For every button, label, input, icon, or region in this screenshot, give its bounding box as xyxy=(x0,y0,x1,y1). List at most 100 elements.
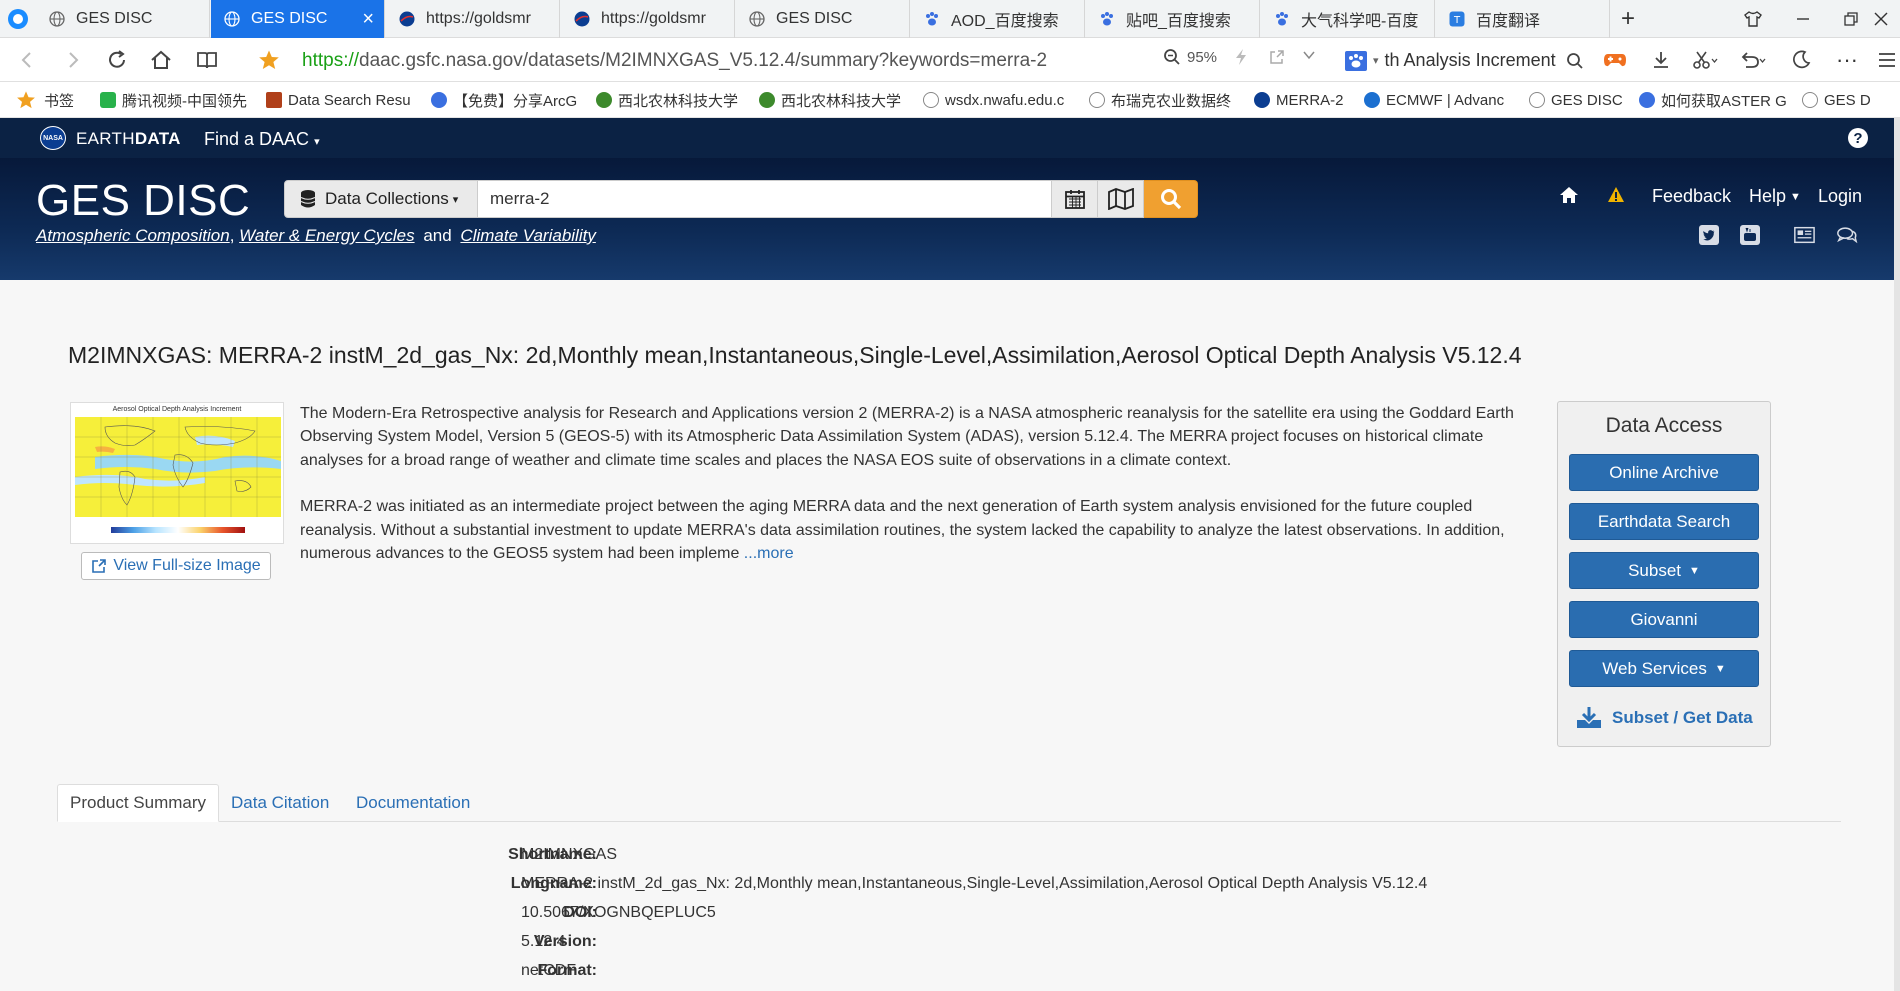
browser-tab[interactable]: 贴吧_百度搜索 xyxy=(1086,0,1260,38)
zoom-control[interactable]: 95% xyxy=(1163,48,1217,66)
summary-value: M2IMNXGAS xyxy=(521,846,618,863)
search-group: Data Collections ▾ merra-2 xyxy=(284,180,1198,218)
browser-tab[interactable]: https://goldsmr xyxy=(561,0,735,38)
search-icon[interactable] xyxy=(1566,50,1584,71)
bookmark-star-icon[interactable] xyxy=(254,46,284,74)
bookmark-item[interactable]: 西北农林科技大学 xyxy=(596,82,746,118)
subset-get-data-link[interactable]: Subset / Get Data xyxy=(1576,706,1753,730)
globe-icon xyxy=(748,10,766,28)
online-archive-button[interactable]: Online Archive xyxy=(1569,454,1759,491)
browser-tab-strip: GES DISC GES DISC × https://goldsmr http… xyxy=(0,0,1900,38)
close-window-icon[interactable] xyxy=(1856,0,1900,38)
more-options-icon[interactable]: ··· xyxy=(1832,46,1862,74)
globe-icon xyxy=(223,10,241,28)
tab-data-citation[interactable]: Data Citation xyxy=(219,784,341,822)
menu-icon[interactable] xyxy=(1872,46,1900,74)
water-energy-link[interactable]: Water & Energy Cycles xyxy=(239,226,414,245)
dataset-thumbnail[interactable]: Aerosol Optical Depth Analysis Increment xyxy=(70,402,284,544)
giovanni-button[interactable]: Giovanni xyxy=(1569,601,1759,638)
map-button[interactable] xyxy=(1098,180,1144,218)
browser-tab[interactable]: 大气科学吧-百度 xyxy=(1261,0,1435,38)
back-icon[interactable] xyxy=(12,46,42,74)
subset-button[interactable]: Subset ▼ xyxy=(1569,552,1759,589)
newspaper-icon[interactable] xyxy=(1793,224,1815,246)
undo-icon[interactable] xyxy=(1738,46,1768,74)
share-icon[interactable] xyxy=(1268,48,1286,66)
bookmark-item[interactable]: GES DISC xyxy=(1529,82,1639,118)
bookmark-item[interactable]: MERRA-2 xyxy=(1254,82,1356,118)
download-icon xyxy=(1577,707,1601,728)
browser-tab[interactable]: GES DISC xyxy=(36,0,210,38)
chevron-down-icon[interactable] xyxy=(1302,48,1316,62)
download-icon[interactable] xyxy=(1646,46,1676,74)
search-button[interactable] xyxy=(1144,180,1198,218)
bookmark-favicon-icon xyxy=(266,92,282,108)
earthdata-logo[interactable]: EARTHDATA xyxy=(76,129,181,149)
browser-tab[interactable]: AOD_百度搜索 xyxy=(911,0,1085,38)
find-daac-menu[interactable]: Find a DAAC ▾ xyxy=(204,129,320,150)
game-controller-icon[interactable] xyxy=(1600,46,1630,74)
lightning-icon[interactable] xyxy=(1234,48,1248,66)
minimize-icon[interactable] xyxy=(1778,0,1828,38)
tab-product-summary[interactable]: Product Summary xyxy=(57,784,220,822)
bookmark-item[interactable]: 西北农林科技大学 xyxy=(759,82,909,118)
search-input[interactable]: merra-2 xyxy=(478,180,1052,218)
reload-icon[interactable] xyxy=(102,46,132,74)
site-title[interactable]: GES DISC xyxy=(36,176,250,226)
help-icon[interactable]: ? xyxy=(1848,128,1868,148)
shirt-skin-icon[interactable] xyxy=(1728,0,1778,38)
forward-icon[interactable] xyxy=(58,46,88,74)
bookmark-item[interactable]: 【免费】分享ArcG xyxy=(431,82,581,118)
bookmark-item[interactable]: 布瑞克农业数据终 xyxy=(1089,82,1239,118)
tab-documentation[interactable]: Documentation xyxy=(344,784,482,822)
browser-tab[interactable]: GES DISC xyxy=(736,0,910,38)
youtube-icon[interactable] xyxy=(1739,224,1761,246)
browser-logo-icon[interactable] xyxy=(8,9,28,29)
baidu-paw-icon xyxy=(1098,10,1116,28)
bookmark-item[interactable]: wsdx.nwafu.edu.c xyxy=(923,82,1073,118)
alert-warning-icon[interactable] xyxy=(1607,186,1625,204)
browser-search-box[interactable]: ▾ th Analysis Increment xyxy=(1345,44,1585,76)
bookmark-item[interactable]: 腾讯视频-中国领先 xyxy=(100,82,250,118)
scissors-icon[interactable] xyxy=(1690,46,1720,74)
view-full-size-image-button[interactable]: View Full-size Image xyxy=(81,552,271,580)
earthdata-search-button[interactable]: Earthdata Search xyxy=(1569,503,1759,540)
atmospheric-composition-link[interactable]: Atmospheric Composition xyxy=(36,226,230,245)
map-icon xyxy=(1107,188,1134,210)
bookmark-item[interactable]: ECMWF | Advanc xyxy=(1364,82,1512,118)
close-icon[interactable]: × xyxy=(362,8,374,31)
home-icon[interactable] xyxy=(1559,186,1579,204)
bookmark-item[interactable]: GES D xyxy=(1802,82,1894,118)
more-link[interactable]: ...more xyxy=(744,545,794,562)
browser-tab-label: GES DISC xyxy=(776,10,853,27)
bookmark-item[interactable]: Data Search Resu xyxy=(266,82,416,118)
twitter-icon[interactable] xyxy=(1698,224,1720,246)
chat-icon[interactable] xyxy=(1836,224,1858,246)
caret-down-icon: ▼ xyxy=(1790,190,1801,203)
browser-tab-active[interactable]: GES DISC × xyxy=(211,0,385,38)
tencent-video-icon xyxy=(100,92,116,108)
climate-variability-link[interactable]: Climate Variability xyxy=(460,226,595,245)
baidu-paw-icon[interactable] xyxy=(1345,49,1367,71)
browser-tab[interactable]: T 百度翻译 xyxy=(1436,0,1610,38)
caret-down-icon[interactable]: ▾ xyxy=(1373,54,1379,67)
bookmark-item[interactable]: 书签 xyxy=(16,82,86,118)
help-menu[interactable]: Help ▼ xyxy=(1749,186,1801,207)
bookmark-item[interactable]: 如何获取ASTER G xyxy=(1639,82,1787,118)
nasa-logo[interactable]: NASA xyxy=(40,126,66,150)
browser-tab[interactable]: https://goldsmr xyxy=(386,0,560,38)
web-services-button[interactable]: Web Services ▼ xyxy=(1569,650,1759,687)
login-link[interactable]: Login xyxy=(1818,186,1862,207)
feedback-link[interactable]: Feedback xyxy=(1652,186,1731,207)
new-tab-icon[interactable]: + xyxy=(1603,0,1653,38)
color-bar xyxy=(111,527,245,533)
vertical-scrollbar[interactable] xyxy=(1894,118,1900,991)
url-text[interactable]: https://daac.gsfc.nasa.gov/datasets/M2IM… xyxy=(302,50,1047,72)
home-icon[interactable] xyxy=(146,46,176,74)
data-collections-dropdown[interactable]: Data Collections ▾ xyxy=(284,180,478,218)
reading-mode-icon[interactable] xyxy=(192,46,222,74)
night-mode-icon[interactable] xyxy=(1786,46,1816,74)
database-icon xyxy=(300,190,316,208)
calendar-button[interactable] xyxy=(1052,180,1098,218)
globe-icon xyxy=(923,92,939,108)
